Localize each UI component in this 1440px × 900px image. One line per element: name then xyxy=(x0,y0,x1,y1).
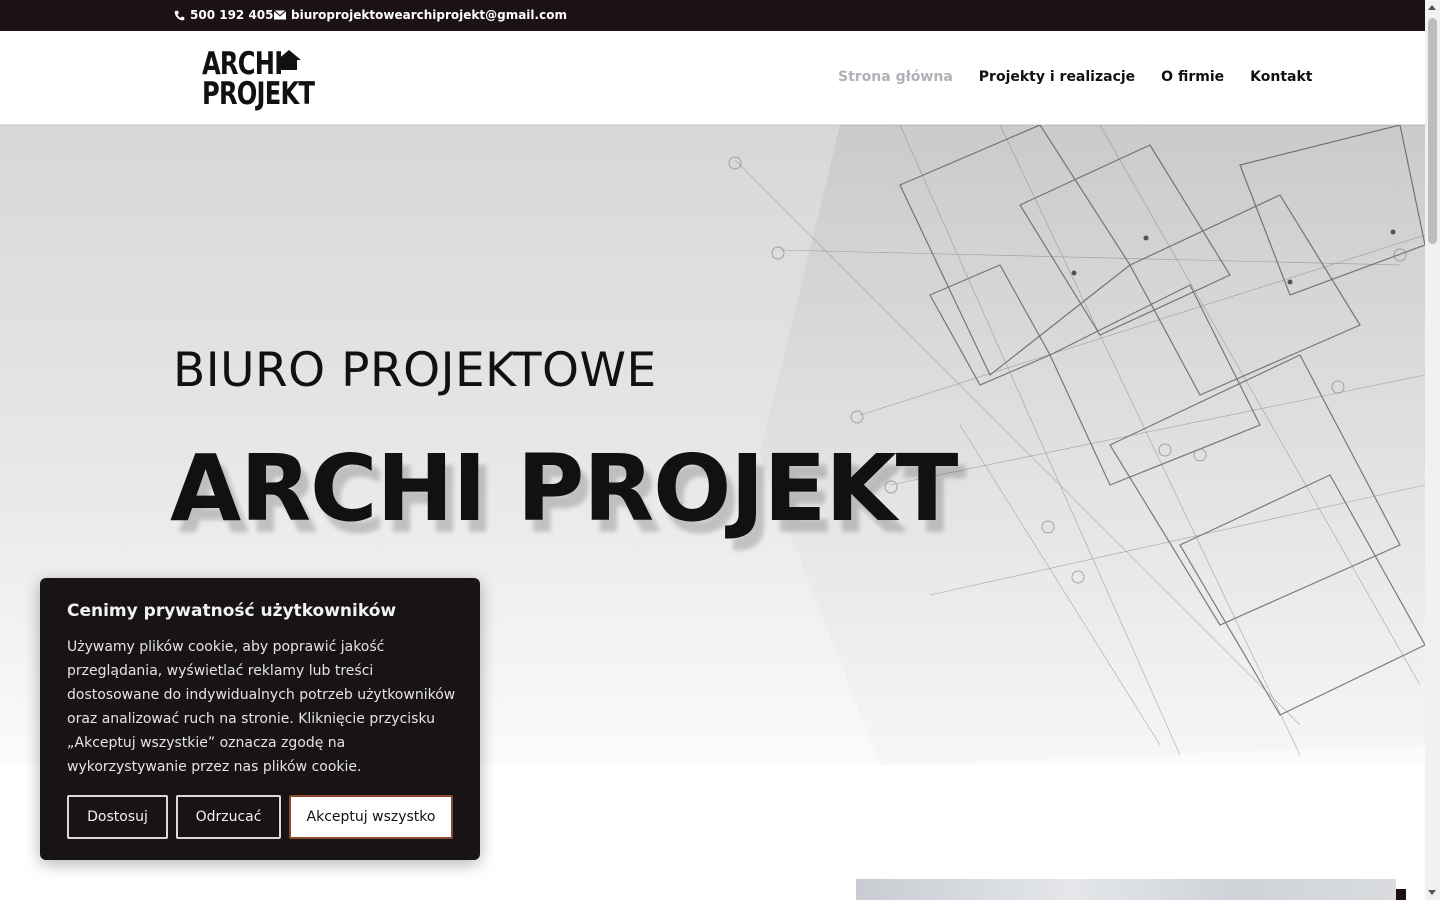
site-header: ARCHI PROJEKT Strona główna Projekty i r… xyxy=(0,31,1425,125)
cookie-consent-dialog: Cenimy prywatność użytkowników Używamy p… xyxy=(40,578,480,860)
corner-mark xyxy=(1396,889,1406,900)
site-logo[interactable]: ARCHI PROJEKT xyxy=(200,46,315,112)
main-nav: Strona główna Projekty i realizacje O fi… xyxy=(838,69,1312,85)
page-scrollbar[interactable] xyxy=(1425,0,1440,900)
envelope-icon xyxy=(274,10,286,20)
logo-line-2: PROJEKT xyxy=(202,76,315,112)
section-image xyxy=(856,879,1396,900)
nav-item-contact[interactable]: Kontakt xyxy=(1250,69,1312,85)
phone-number: 500 192 405 xyxy=(190,8,274,22)
phone-icon xyxy=(174,10,185,20)
scroll-up-arrow-icon[interactable] xyxy=(1428,5,1436,10)
cookie-title: Cenimy prywatność użytkowników xyxy=(67,601,397,621)
phone-contact[interactable]: 500 192 405 xyxy=(174,8,274,22)
hero-subtitle: BIURO PROJEKTOWE xyxy=(173,343,657,398)
nav-item-projects[interactable]: Projekty i realizacje xyxy=(979,69,1135,85)
nav-item-home[interactable]: Strona główna xyxy=(838,69,953,85)
email-contact[interactable]: biuroprojektowearchiprojekt@gmail.com xyxy=(274,8,567,22)
reject-button[interactable]: Odrzucać xyxy=(176,795,281,839)
accept-all-button[interactable]: Akceptuj wszystko xyxy=(289,795,453,839)
house-icon xyxy=(277,50,301,70)
nav-item-about[interactable]: O firmie xyxy=(1161,69,1224,85)
scroll-down-arrow-icon[interactable] xyxy=(1428,890,1436,895)
email-address: biuroprojektowearchiprojekt@gmail.com xyxy=(291,8,567,22)
cookie-description: Używamy plików cookie, aby poprawić jako… xyxy=(67,639,456,775)
customize-button[interactable]: Dostosuj xyxy=(67,795,168,839)
hero-title: ARCHI PROJEKT xyxy=(170,435,958,542)
scroll-thumb[interactable] xyxy=(1428,18,1437,244)
top-bar: 500 192 405 biuroprojektowearchiprojekt@… xyxy=(0,0,1425,31)
